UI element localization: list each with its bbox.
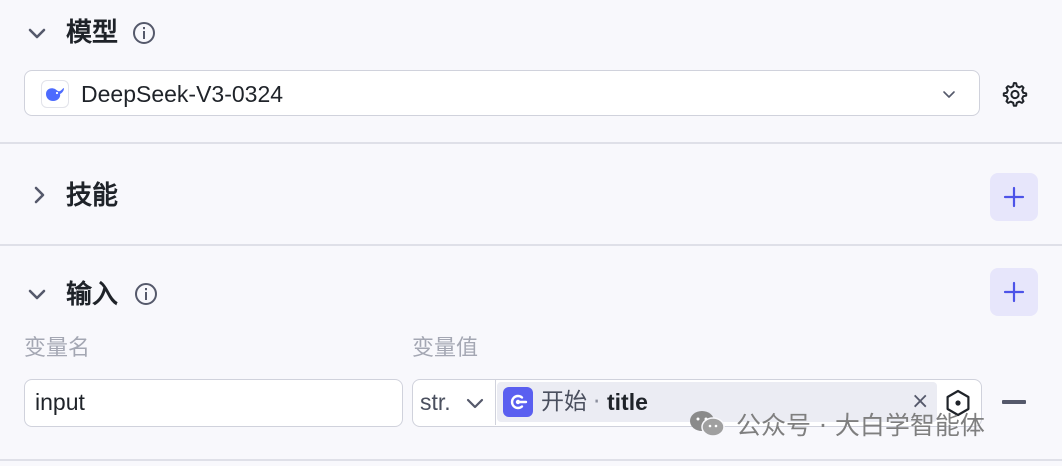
deepseek-logo-icon: [41, 80, 69, 108]
start-node-icon: [503, 387, 533, 417]
chevron-down-icon: [466, 398, 484, 409]
model-name: DeepSeek-V3-0324: [81, 81, 284, 107]
add-input-button[interactable]: [990, 268, 1038, 316]
chevron-down-icon[interactable]: [26, 283, 48, 305]
type-select[interactable]: str.: [413, 380, 496, 425]
model-select[interactable]: DeepSeek-V3-0324: [24, 70, 980, 116]
add-skill-button[interactable]: [990, 173, 1038, 221]
plus-icon: [1003, 281, 1025, 303]
skills-section: 技能: [0, 144, 1062, 244]
chevron-down-icon[interactable]: [26, 22, 48, 44]
chevron-right-icon[interactable]: [28, 184, 50, 206]
variable-name-input[interactable]: input: [24, 379, 403, 427]
model-section: 模型 DeepSeek-V3-0324: [0, 0, 1062, 142]
section-title-model: 模型: [66, 18, 119, 48]
column-label-var-value: 变量值: [412, 336, 479, 361]
watermark-text: 公众号 · 大白学智能体: [736, 411, 985, 440]
section-title-input: 输入: [66, 280, 119, 310]
column-label-var-name: 变量名: [24, 336, 91, 361]
chevron-down-icon: [943, 91, 955, 98]
type-label: str.: [420, 389, 451, 415]
info-icon[interactable]: [134, 282, 158, 306]
reference-node-name: 开始: [541, 389, 587, 415]
reference-variable-name: title: [607, 389, 648, 415]
remove-row-button[interactable]: [1002, 400, 1026, 404]
watermark: 公众号 · 大白学智能体: [688, 404, 985, 444]
gear-icon[interactable]: [1000, 80, 1028, 108]
info-icon[interactable]: [132, 21, 156, 45]
wechat-icon: [690, 411, 725, 437]
reference-separator: ·: [593, 389, 601, 415]
section-title-skills: 技能: [66, 181, 119, 211]
plus-icon: [1003, 186, 1025, 208]
section-divider: [0, 459, 1062, 461]
